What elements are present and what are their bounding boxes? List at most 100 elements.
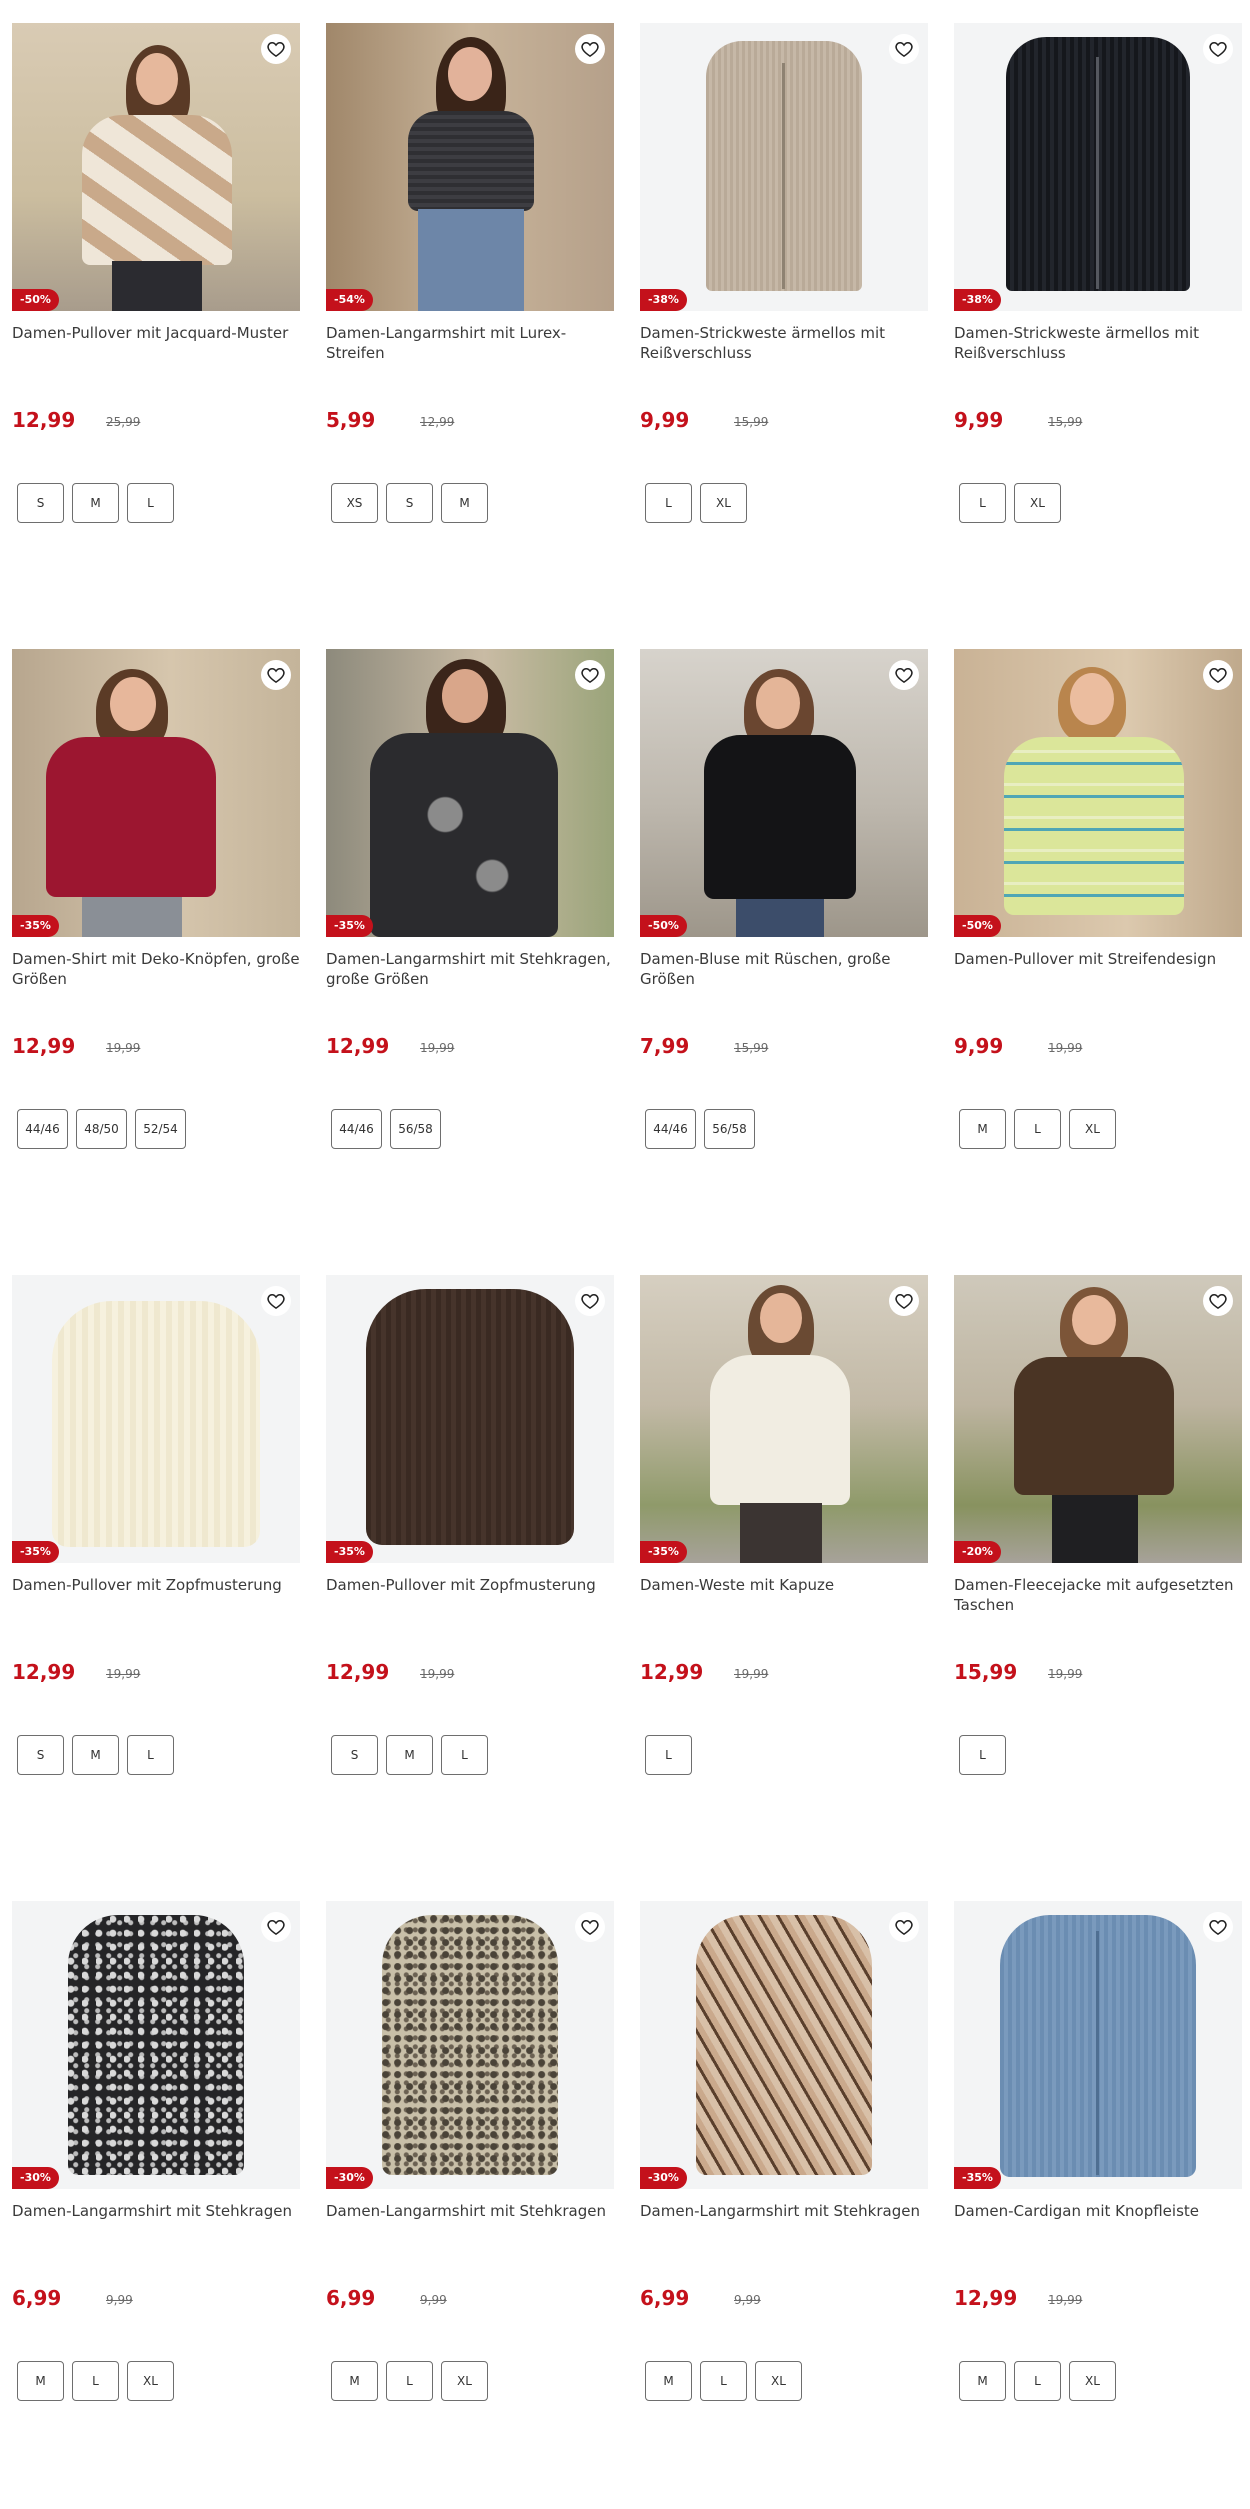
size-button[interactable]: M (72, 1735, 119, 1775)
size-button[interactable]: XL (1014, 483, 1061, 523)
product-card[interactable]: -30% Damen-Langarmshirt mit Stehkragen 6… (12, 1901, 300, 2461)
wishlist-button[interactable] (889, 34, 919, 64)
wishlist-button[interactable] (261, 660, 291, 690)
size-button[interactable]: S (17, 1735, 64, 1775)
product-image[interactable]: -20% (954, 1275, 1242, 1563)
product-card[interactable]: -30% Damen-Langarmshirt mit Stehkragen 6… (326, 1901, 614, 2461)
size-button[interactable]: L (1014, 1109, 1061, 1149)
product-image[interactable]: -50% (12, 23, 300, 311)
product-image[interactable]: -38% (954, 23, 1242, 311)
product-card[interactable]: -35% Damen-Langarmshirt mit Stehkragen, … (326, 649, 614, 1209)
wishlist-button[interactable] (889, 1912, 919, 1942)
product-image[interactable]: -35% (12, 649, 300, 937)
size-button[interactable]: L (127, 1735, 174, 1775)
product-title[interactable]: Damen-Cardigan mit Knopfleiste (954, 2201, 1242, 2221)
product-title[interactable]: Damen-Langarmshirt mit Stehkragen, große… (326, 949, 614, 989)
product-image[interactable]: -50% (954, 649, 1242, 937)
product-title[interactable]: Damen-Bluse mit Rüschen, große Größen (640, 949, 928, 989)
product-title[interactable]: Damen-Strickweste ärmellos mit Reißversc… (640, 323, 928, 363)
product-card[interactable]: -50% Damen-Bluse mit Rüschen, große Größ… (640, 649, 928, 1209)
product-card[interactable]: -30% Damen-Langarmshirt mit Stehkragen 6… (640, 1901, 928, 2461)
product-image[interactable]: -30% (640, 1901, 928, 2189)
wishlist-button[interactable] (1203, 34, 1233, 64)
product-image[interactable]: -35% (954, 1901, 1242, 2189)
wishlist-button[interactable] (261, 34, 291, 64)
wishlist-button[interactable] (575, 1912, 605, 1942)
wishlist-button[interactable] (261, 1286, 291, 1316)
size-button[interactable]: 48/50 (76, 1109, 127, 1149)
size-button[interactable]: L (959, 1735, 1006, 1775)
product-card[interactable]: -35% Damen-Pullover mit Zopfmusterung 12… (12, 1275, 300, 1835)
product-title[interactable]: Damen-Fleecejacke mit aufgesetzten Tasch… (954, 1575, 1242, 1615)
size-button[interactable]: XL (1069, 1109, 1116, 1149)
wishlist-button[interactable] (1203, 660, 1233, 690)
size-button[interactable]: M (441, 483, 488, 523)
product-image[interactable]: -54% (326, 23, 614, 311)
product-title[interactable]: Damen-Pullover mit Streifendesign (954, 949, 1242, 969)
product-card[interactable]: -35% Damen-Shirt mit Deko-Knöpfen, große… (12, 649, 300, 1209)
size-button[interactable]: 52/54 (135, 1109, 186, 1149)
wishlist-button[interactable] (261, 1912, 291, 1942)
size-button[interactable]: L (700, 2361, 747, 2401)
size-button[interactable]: S (17, 483, 64, 523)
size-button[interactable]: L (441, 1735, 488, 1775)
size-button[interactable]: 56/58 (704, 1109, 755, 1149)
product-image[interactable]: -38% (640, 23, 928, 311)
size-button[interactable]: L (1014, 2361, 1061, 2401)
size-button[interactable]: M (72, 483, 119, 523)
product-card[interactable]: -35% Damen-Weste mit Kapuze 12,99 19,99 … (640, 1275, 928, 1835)
size-button[interactable]: L (645, 483, 692, 523)
size-button[interactable]: XL (700, 483, 747, 523)
wishlist-button[interactable] (1203, 1912, 1233, 1942)
size-button[interactable]: XL (127, 2361, 174, 2401)
product-title[interactable]: Damen-Langarmshirt mit Stehkragen (640, 2201, 928, 2221)
wishlist-button[interactable] (575, 34, 605, 64)
size-button[interactable]: XL (441, 2361, 488, 2401)
product-title[interactable]: Damen-Langarmshirt mit Stehkragen (12, 2201, 300, 2221)
size-button[interactable]: 44/46 (645, 1109, 696, 1149)
product-card[interactable]: -35% Damen-Cardigan mit Knopfleiste 12,9… (954, 1901, 1242, 2461)
product-title[interactable]: Damen-Pullover mit Zopfmusterung (326, 1575, 614, 1595)
wishlist-button[interactable] (889, 1286, 919, 1316)
product-title[interactable]: Damen-Strickweste ärmellos mit Reißversc… (954, 323, 1242, 363)
size-button[interactable]: XL (1069, 2361, 1116, 2401)
size-button[interactable]: XS (331, 483, 378, 523)
size-button[interactable]: S (331, 1735, 378, 1775)
wishlist-button[interactable] (575, 660, 605, 690)
wishlist-button[interactable] (575, 1286, 605, 1316)
size-button[interactable]: M (959, 2361, 1006, 2401)
product-card[interactable]: -35% Damen-Pullover mit Zopfmusterung 12… (326, 1275, 614, 1835)
size-button[interactable]: L (386, 2361, 433, 2401)
product-title[interactable]: Damen-Pullover mit Jacquard-Muster (12, 323, 300, 343)
product-title[interactable]: Damen-Shirt mit Deko-Knöpfen, große Größ… (12, 949, 300, 989)
product-image[interactable]: -35% (640, 1275, 928, 1563)
product-image[interactable]: -35% (326, 649, 614, 937)
product-title[interactable]: Damen-Weste mit Kapuze (640, 1575, 928, 1595)
product-title[interactable]: Damen-Langarmshirt mit Lurex-Streifen (326, 323, 614, 363)
product-card[interactable]: -20% Damen-Fleecejacke mit aufgesetzten … (954, 1275, 1242, 1835)
product-card[interactable]: -50% Damen-Pullover mit Jacquard-Muster … (12, 23, 300, 583)
size-button[interactable]: M (17, 2361, 64, 2401)
size-button[interactable]: M (959, 1109, 1006, 1149)
product-image[interactable]: -30% (326, 1901, 614, 2189)
size-button[interactable]: M (645, 2361, 692, 2401)
product-title[interactable]: Damen-Pullover mit Zopfmusterung (12, 1575, 300, 1595)
size-button[interactable]: L (645, 1735, 692, 1775)
product-card[interactable]: -50% Damen-Pullover mit Streifendesign 9… (954, 649, 1242, 1209)
product-image[interactable]: -30% (12, 1901, 300, 2189)
wishlist-button[interactable] (889, 660, 919, 690)
product-image[interactable]: -50% (640, 649, 928, 937)
size-button[interactable]: S (386, 483, 433, 523)
product-card[interactable]: -38% Damen-Strickweste ärmellos mit Reiß… (954, 23, 1242, 583)
size-button[interactable]: M (331, 2361, 378, 2401)
size-button[interactable]: 44/46 (331, 1109, 382, 1149)
size-button[interactable]: L (127, 483, 174, 523)
wishlist-button[interactable] (1203, 1286, 1233, 1316)
size-button[interactable]: L (959, 483, 1006, 523)
product-image[interactable]: -35% (12, 1275, 300, 1563)
product-card[interactable]: -54% Damen-Langarmshirt mit Lurex-Streif… (326, 23, 614, 583)
size-button[interactable]: 44/46 (17, 1109, 68, 1149)
size-button[interactable]: L (72, 2361, 119, 2401)
size-button[interactable]: 56/58 (390, 1109, 441, 1149)
product-title[interactable]: Damen-Langarmshirt mit Stehkragen (326, 2201, 614, 2221)
